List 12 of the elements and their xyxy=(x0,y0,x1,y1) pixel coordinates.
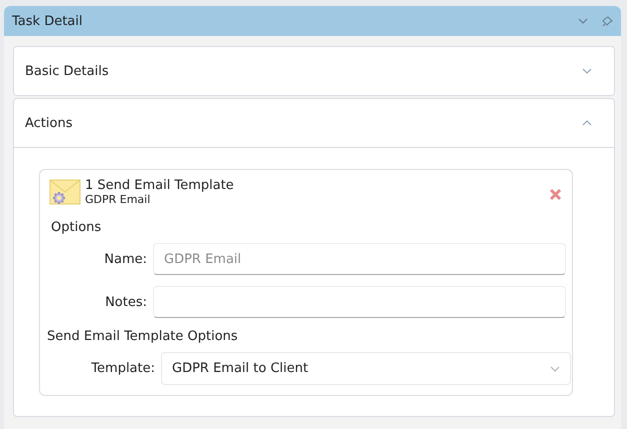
field-label: Template: xyxy=(90,361,156,376)
input-field[interactable]: GDPR Email xyxy=(153,243,566,275)
template-dropdown[interactable]: GDPR Email to Client xyxy=(161,352,571,385)
action-title: 1 Send Email Template xyxy=(85,178,235,193)
field-label: Notes: xyxy=(104,294,148,310)
template-options-heading: Send Email Template Options xyxy=(47,329,239,344)
field-label: Name: xyxy=(103,252,148,266)
section-header[interactable]: Basic Details xyxy=(14,47,614,95)
panel-title: Task Detail xyxy=(12,14,84,28)
section-header[interactable]: Actions xyxy=(14,99,614,147)
options-heading: Options xyxy=(51,220,102,235)
action-subtitle: GDPR Email xyxy=(85,193,152,206)
